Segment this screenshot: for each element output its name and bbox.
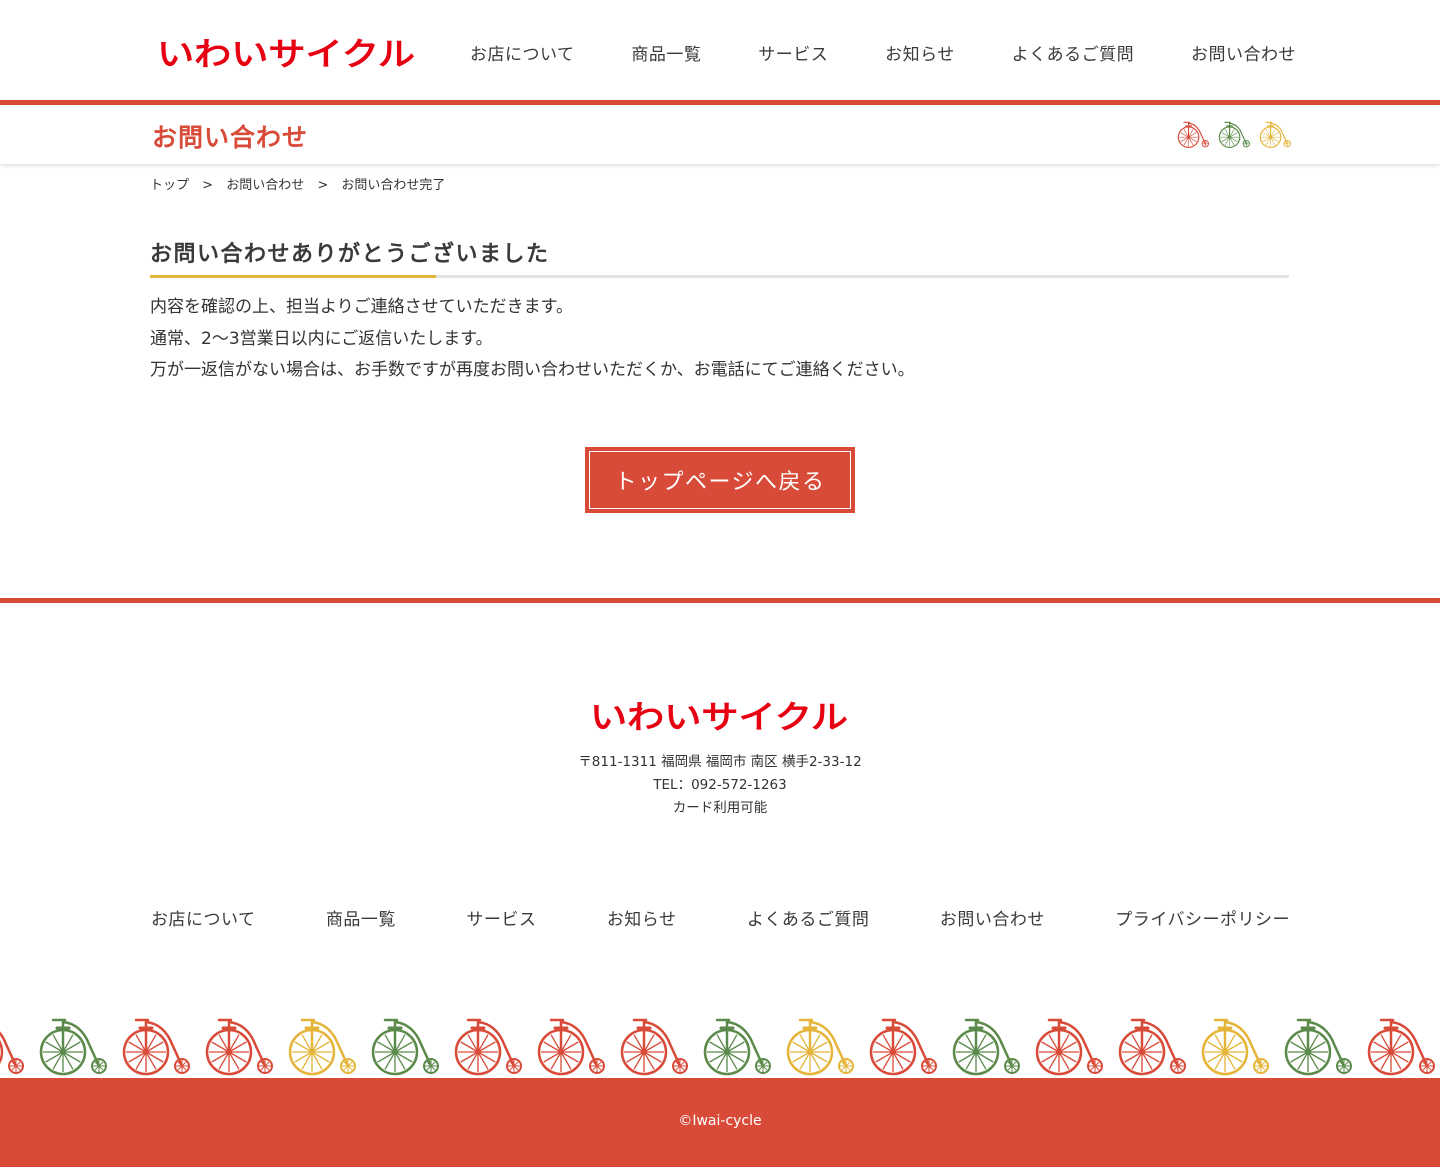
bicycle-icon [1268,1010,1352,1080]
footer-bike-decoration [0,1008,1440,1080]
bicycle-icon [936,1010,1020,1080]
footer-logo-text: いわいサイクル [590,698,848,732]
bicycle-icon [687,1010,771,1080]
bicycle-icon [1170,116,1209,152]
store-info: 〒811-1311 福岡県 福岡市 南区 横手2-33-12 TEL：092-5… [0,751,1440,820]
breadcrumb: トップ > お問い合わせ > お問い合わせ完了 [150,174,445,193]
bicycle-icon [272,1010,356,1080]
footer-nav-contact[interactable]: お問い合わせ [940,905,1045,930]
breadcrumb-separator: > [202,178,214,193]
bicycle-icon [770,1010,854,1080]
logo-wordmark: いわいサイクル [157,35,415,69]
nav-item-contact[interactable]: お問い合わせ [1191,40,1296,65]
store-address: 〒811-1311 福岡県 福岡市 南区 横手2-33-12 [578,754,862,770]
site-header: いわいサイクル お店について 商品一覧 サービス お知らせ よくあるご質問 お問… [0,0,1440,100]
bicycle-icon [1351,1010,1435,1080]
bicycle-icon [1019,1010,1103,1080]
copyright: ©Iwai-cycle [678,1113,762,1129]
nav-item-services[interactable]: サービス [758,40,828,65]
message-line: 内容を確認の上、担当よりご連絡させていただきます。 [150,297,573,317]
bicycle-icon [106,1010,190,1080]
nav-item-about[interactable]: お店について [470,40,575,65]
footer-logo-wordmark: いわいサイクル [590,698,848,736]
nav-item-products[interactable]: 商品一覧 [631,40,701,65]
breadcrumb-item-top[interactable]: トップ [150,178,189,193]
breadcrumb-item-contact[interactable]: お問い合わせ [226,178,304,193]
message-line: 万が一返信がない場合は、お手数ですが再度お問い合わせいただくか、お電話にてご連絡… [150,360,915,380]
back-to-top-page-button[interactable]: トップページへ戻る [585,447,855,513]
card-availability: カード利用可能 [672,800,768,816]
footer-logo[interactable]: いわいサイクル [590,698,850,736]
footer-nav-news[interactable]: お知らせ [607,905,677,930]
site-logo[interactable]: いわいサイクル [157,35,417,69]
message-line: 通常、2〜3営業日以内にご返信いたします。 [150,328,493,349]
bicycle-icon [853,1010,937,1080]
bicycle-icon [604,1010,688,1080]
footer-nav-privacy[interactable]: プライバシーポリシー [1115,905,1290,930]
nav-item-news[interactable]: お知らせ [885,40,955,65]
footer-nav: お店について 商品一覧 サービス お知らせ よくあるご質問 お問い合わせ プライ… [151,905,1290,930]
page-title: お問い合わせ [152,123,309,152]
bicycle-icon [1211,116,1250,152]
breadcrumb-item-current: お問い合わせ完了 [341,178,446,193]
title-bike-decoration [1170,116,1292,152]
footer-divider [0,598,1440,603]
back-button-label: トップページへ戻る [589,451,851,509]
nav-item-faq[interactable]: よくあるご質問 [1012,40,1135,65]
page-title-band: お問い合わせ [0,105,1440,164]
bicycle-icon [1252,116,1291,152]
footer-nav-about[interactable]: お店について [151,905,256,930]
store-phone: TEL：092-572-1263 [653,777,787,793]
bicycle-icon [0,1010,24,1080]
footer-nav-faq[interactable]: よくあるご質問 [747,905,870,930]
global-nav: お店について 商品一覧 サービス お知らせ よくあるご質問 お問い合わせ [470,40,1296,65]
bicycle-icon [521,1010,605,1080]
thank-you-heading: お問い合わせありがとうございました [150,241,550,267]
logo-text: いわいサイクル [157,35,415,69]
confirmation-message: 内容を確認の上、担当よりご連絡させていただきます。 通常、2〜3営業日以内にご返… [150,292,915,387]
heading-underline-accent [150,275,436,278]
footer-nav-services[interactable]: サービス [466,905,536,930]
bicycle-icon [438,1010,522,1080]
bicycle-icon [355,1010,439,1080]
bicycle-icon [23,1010,107,1080]
bicycle-icon [1102,1010,1186,1080]
bicycle-icon [189,1010,273,1080]
breadcrumb-separator: > [317,178,329,193]
footer-nav-products[interactable]: 商品一覧 [326,905,396,930]
bicycle-icon [1185,1010,1269,1080]
